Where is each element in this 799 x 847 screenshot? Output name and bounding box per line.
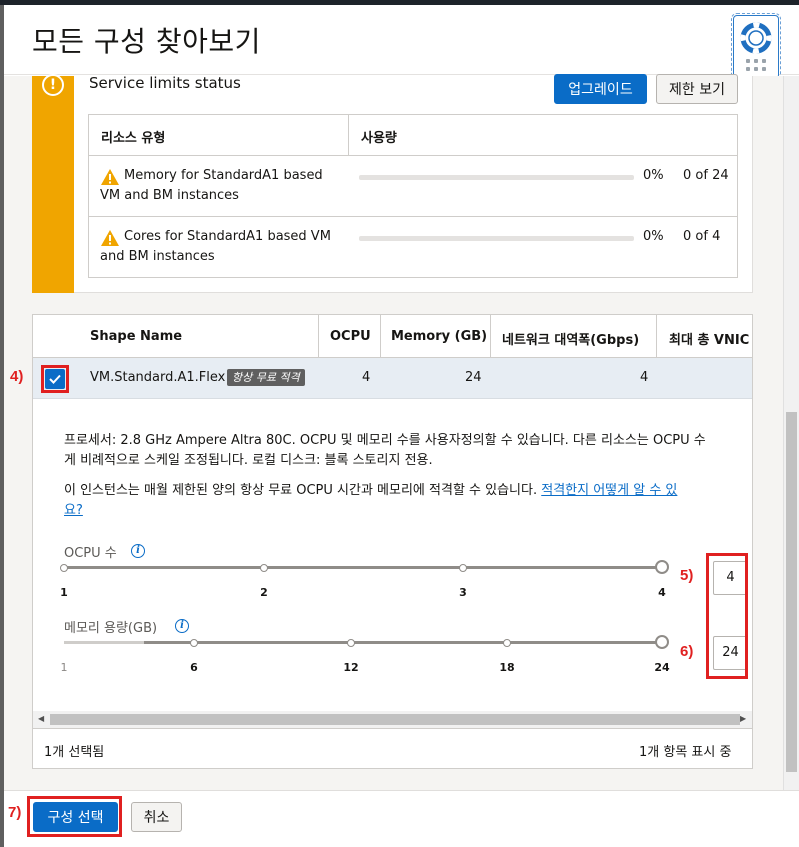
resource-name: Cores for StandardA1 based VM and BM ins… <box>100 229 331 264</box>
memory-tick-label: 24 <box>654 661 670 674</box>
vertical-scrollbar-thumb[interactable] <box>786 412 797 772</box>
shape-memory: 24 <box>465 370 482 385</box>
usage-percent: 0% <box>643 168 664 183</box>
column-max-vnic[interactable]: 최대 총 VNIC <box>669 329 749 348</box>
warning-accent-bar <box>32 76 74 293</box>
memory-tick <box>190 639 198 647</box>
processor-description-cont: 게 비례적으로 스케일 조정됩니다. 로컬 디스크: 블록 스토리지 전용. <box>64 453 433 468</box>
memory-slider-label: 메모리 용량(GB) <box>64 621 158 636</box>
scroll-right-icon[interactable]: ▶ <box>740 714 746 723</box>
shape-name: VM.Standard.A1.Flex <box>90 370 226 385</box>
warning-circle-icon: ! <box>42 74 64 96</box>
annotation-box-checkbox <box>41 365 69 393</box>
annotation-step-5: 5) <box>680 567 694 584</box>
ocpu-slider-thumb[interactable] <box>655 560 669 574</box>
shape-bandwidth: 4 <box>640 370 649 385</box>
table-row: Cores for StandardA1 based VM and BM ins… <box>89 217 737 278</box>
usage-count: 0 of 4 <box>683 229 721 244</box>
info-icon[interactable]: i <box>175 619 189 633</box>
dialog-title: 모든 구성 찾아보기 <box>32 25 261 58</box>
shape-ocpu: 4 <box>362 370 371 385</box>
dialog-footer <box>4 790 799 847</box>
memory-tick <box>503 639 511 647</box>
column-memory[interactable]: Memory (GB) <box>391 329 487 344</box>
column-resource-type: 리소스 유형 <box>101 131 166 146</box>
upgrade-button[interactable]: 업그레이드 <box>554 74 647 104</box>
limits-title: Service limits status <box>89 74 241 92</box>
ocpu-slider-track[interactable] <box>64 566 662 569</box>
usage-count: 0 of 24 <box>683 168 729 183</box>
memory-slider-track[interactable] <box>144 641 662 644</box>
processor-description: 프로세서: 2.8 GHz Ampere Altra 80C. OCPU 및 메… <box>64 433 706 448</box>
ocpu-tick <box>459 564 467 572</box>
always-free-badge: 항상 무료 적격 <box>227 369 305 386</box>
showing-count: 1개 항목 표시 중 <box>639 745 732 760</box>
memory-slider-track-disabled <box>64 641 144 644</box>
resource-name: Memory for StandardA1 based VM and BM in… <box>100 168 323 203</box>
eligibility-link[interactable]: 적격한지 어떻게 알 수 있 <box>541 483 677 498</box>
table-row: Memory for StandardA1 based VM and BM in… <box>89 156 737 217</box>
column-shape-name[interactable]: Shape Name <box>90 329 182 344</box>
divider <box>33 728 752 729</box>
scroll-left-icon[interactable]: ◀ <box>38 714 44 723</box>
usage-bar <box>359 236 634 241</box>
eligibility-sentence: 이 인스턴스는 매월 제한된 양의 항상 무료 OCPU 시간과 메모리에 적격… <box>64 483 538 498</box>
annotation-step-4: 4) <box>10 368 24 385</box>
memory-tick <box>347 639 355 647</box>
ocpu-tick-label: 2 <box>260 586 268 599</box>
cancel-button[interactable]: 취소 <box>131 802 182 832</box>
info-icon[interactable]: i <box>131 544 145 558</box>
column-usage: 사용량 <box>361 131 397 146</box>
memory-tick-label: 6 <box>190 661 198 674</box>
limits-table: 리소스 유형 사용량 Memory for StandardA1 based V… <box>88 114 738 278</box>
eligibility-text: 이 인스턴스는 매월 제한된 양의 항상 무료 OCPU 시간과 메모리에 적격… <box>64 481 754 501</box>
annotation-step-7: 7) <box>8 804 22 821</box>
horizontal-scrollbar-thumb[interactable] <box>50 714 740 725</box>
selected-count: 1개 선택됨 <box>44 745 105 760</box>
annotation-step-6: 6) <box>680 643 694 660</box>
ocpu-tick <box>260 564 268 572</box>
annotation-box-inputs <box>706 553 748 679</box>
ocpu-tick-label: 4 <box>658 586 666 599</box>
limits-table-header: 리소스 유형 사용량 <box>89 115 737 156</box>
help-widget[interactable] <box>731 13 781 81</box>
eligibility-link-cont[interactable]: 요? <box>64 503 83 518</box>
memory-tick-label: 18 <box>499 661 515 674</box>
ocpu-tick-label: 3 <box>459 586 467 599</box>
view-limits-button[interactable]: 제한 보기 <box>656 74 738 104</box>
ocpu-tick-label: 1 <box>60 586 68 599</box>
column-ocpu[interactable]: OCPU <box>330 329 371 344</box>
ocpu-tick <box>60 564 68 572</box>
memory-tick-label: 1 <box>60 661 68 674</box>
ocpu-slider-label: OCPU 수 <box>64 546 117 561</box>
shape-table-header: Shape Name OCPU Memory (GB) 네트워크 대역폭(Gbp… <box>33 315 752 358</box>
usage-percent: 0% <box>643 229 664 244</box>
usage-bar <box>359 175 634 180</box>
annotation-box-select <box>27 796 122 837</box>
column-bandwidth[interactable]: 네트워크 대역폭(Gbps) <box>502 329 639 348</box>
memory-slider-thumb[interactable] <box>655 635 669 649</box>
eligibility-link-cont-wrap: 요? <box>64 501 754 521</box>
drag-handle-icon[interactable] <box>746 59 766 73</box>
memory-tick-label: 12 <box>343 661 359 674</box>
help-lifebuoy-icon <box>740 22 772 54</box>
